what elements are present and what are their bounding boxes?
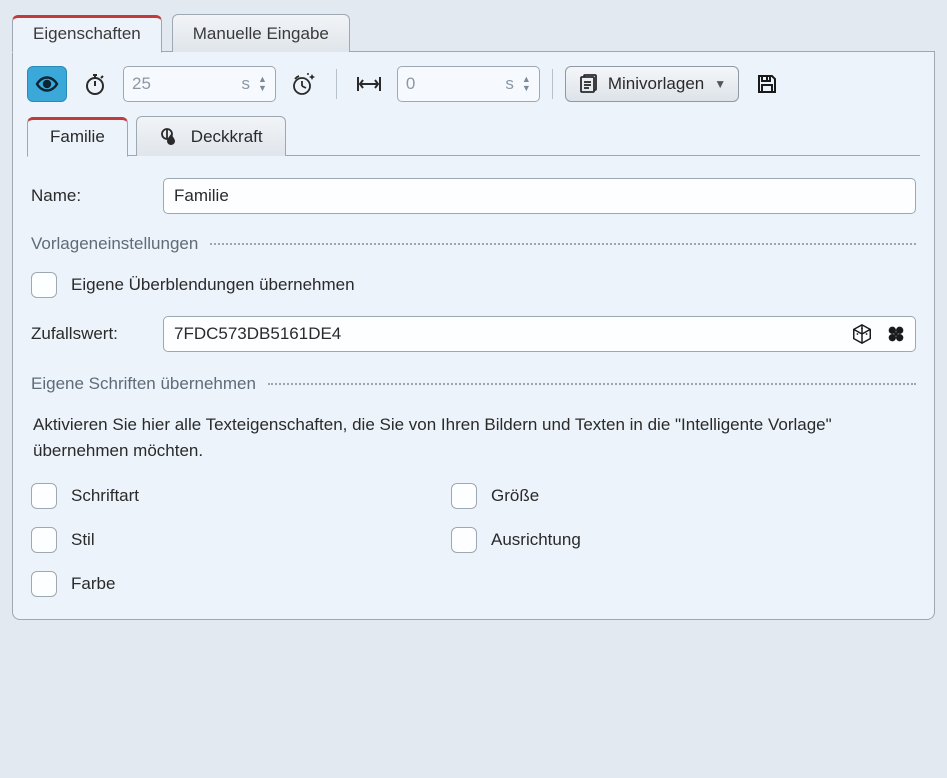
horizontal-arrows-icon xyxy=(356,75,382,93)
tab-content: 25 s ▲ ▼ xyxy=(12,52,935,620)
tab-properties[interactable]: Eigenschaften xyxy=(12,15,162,53)
properties-panel: Eigenschaften Manuelle Eingabe xyxy=(12,12,935,620)
name-row: Name: xyxy=(31,178,916,214)
name-label: Name: xyxy=(31,186,149,206)
color-check-label: Farbe xyxy=(71,574,115,594)
dice-button[interactable] xyxy=(848,320,876,348)
align-check-label: Ausrichtung xyxy=(491,530,581,550)
width-value: 0 xyxy=(406,74,486,94)
clover-icon xyxy=(885,323,907,345)
style-check-row: Stil xyxy=(31,527,441,553)
top-tab-bar: Eigenschaften Manuelle Eingabe xyxy=(12,12,935,52)
style-check-label: Stil xyxy=(71,530,95,550)
tab-manual-input[interactable]: Manuelle Eingabe xyxy=(172,14,350,52)
tab-manual-input-label: Manuelle Eingabe xyxy=(193,24,329,44)
tab-opacity[interactable]: Deckkraft xyxy=(136,116,286,156)
style-checkbox[interactable] xyxy=(31,527,57,553)
tab-family[interactable]: Familie xyxy=(27,117,128,157)
stopwatch-button[interactable] xyxy=(75,66,115,102)
chevron-down-icon: ▼ xyxy=(714,77,726,91)
fonts-description: Aktivieren Sie hier alle Texteigenschaft… xyxy=(33,412,916,463)
template-icon xyxy=(578,74,598,94)
section-divider xyxy=(268,383,916,385)
auto-duration-button[interactable] xyxy=(284,66,324,102)
tab-opacity-label: Deckkraft xyxy=(191,127,263,147)
inner-content: Name: Vorlageneinstellungen Eigene Überb… xyxy=(27,156,920,597)
sparkle-clock-icon xyxy=(291,71,317,97)
eye-icon xyxy=(35,72,59,96)
toolbar-separator-1 xyxy=(336,69,337,99)
random-input[interactable] xyxy=(163,316,916,352)
duration-value: 25 xyxy=(132,74,222,94)
section-template-settings: Vorlageneinstellungen xyxy=(31,234,916,254)
width-stepper[interactable]: ▲ ▼ xyxy=(522,75,531,93)
color-checkbox[interactable] xyxy=(31,571,57,597)
random-row: Zufallswert: xyxy=(31,316,916,352)
width-button[interactable] xyxy=(349,66,389,102)
font-check-row: Schriftart xyxy=(31,483,441,509)
name-input[interactable] xyxy=(163,178,916,214)
chevron-down-icon: ▼ xyxy=(522,84,531,93)
color-check-row: Farbe xyxy=(31,571,441,597)
section-template-settings-label: Vorlageneinstellungen xyxy=(31,234,198,254)
mini-templates-label: Minivorlagen xyxy=(608,74,704,94)
chevron-down-icon: ▼ xyxy=(258,84,267,93)
font-checkbox[interactable] xyxy=(31,483,57,509)
duration-unit: s xyxy=(230,74,250,94)
size-check-label: Größe xyxy=(491,486,539,506)
inner-tab-bar: Familie Deckkraft xyxy=(27,114,920,156)
font-checks-grid: Schriftart Größe Stil Ausrichtung Farbe xyxy=(31,483,916,597)
size-check-row: Größe xyxy=(451,483,916,509)
section-own-fonts-label: Eigene Schriften übernehmen xyxy=(31,374,256,394)
tab-properties-label: Eigenschaften xyxy=(33,24,141,44)
toolbar-separator-2 xyxy=(552,69,553,99)
visibility-toggle[interactable] xyxy=(27,66,67,102)
dice-icon xyxy=(851,323,873,345)
width-spinner[interactable]: 0 s ▲ ▼ xyxy=(397,66,540,102)
width-unit: s xyxy=(494,74,514,94)
toolbar: 25 s ▲ ▼ xyxy=(27,64,920,114)
random-label: Zufallswert: xyxy=(31,324,149,344)
random-buttons xyxy=(848,320,910,348)
tab-family-label: Familie xyxy=(50,127,105,147)
save-button[interactable] xyxy=(747,66,787,102)
mini-templates-dropdown[interactable]: Minivorlagen ▼ xyxy=(565,66,739,102)
opacity-icon xyxy=(159,127,181,147)
random-input-wrap xyxy=(163,316,916,352)
own-transitions-row: Eigene Überblendungen übernehmen xyxy=(31,272,916,298)
align-check-row: Ausrichtung xyxy=(451,527,916,553)
duration-stepper[interactable]: ▲ ▼ xyxy=(258,75,267,93)
stopwatch-icon xyxy=(83,72,107,96)
font-check-label: Schriftart xyxy=(71,486,139,506)
own-transitions-label: Eigene Überblendungen übernehmen xyxy=(71,275,355,295)
save-icon xyxy=(755,72,779,96)
duration-spinner[interactable]: 25 s ▲ ▼ xyxy=(123,66,276,102)
section-divider xyxy=(210,243,916,245)
own-transitions-checkbox[interactable] xyxy=(31,272,57,298)
size-checkbox[interactable] xyxy=(451,483,477,509)
clover-button[interactable] xyxy=(882,320,910,348)
section-own-fonts: Eigene Schriften übernehmen xyxy=(31,374,916,394)
align-checkbox[interactable] xyxy=(451,527,477,553)
